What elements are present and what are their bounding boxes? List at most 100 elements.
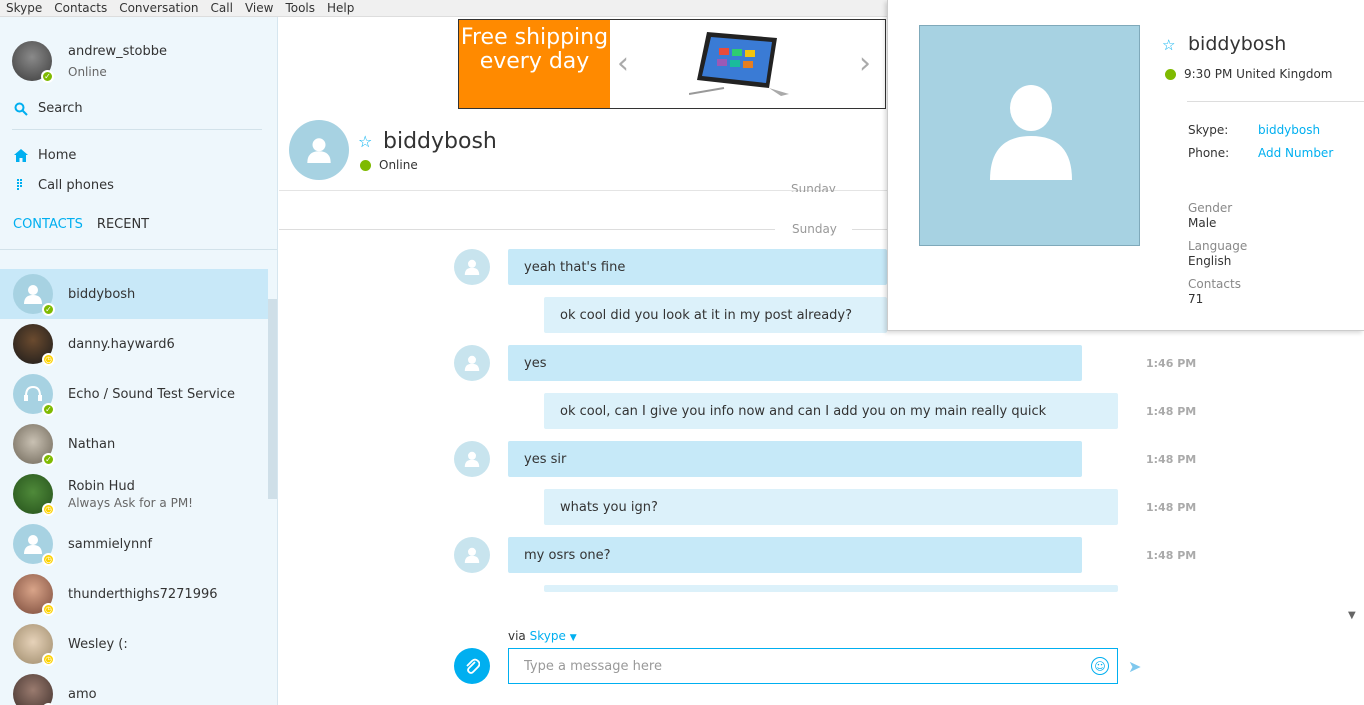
menu-skype[interactable]: Skype (0, 0, 48, 17)
language-label: Language (1188, 239, 1248, 253)
avatar: ◷ (13, 624, 55, 666)
profile-name: biddybosh (1188, 33, 1287, 55)
contact-name: Echo / Sound Test Service (68, 386, 236, 402)
conversation-header: ☆ biddybosh Online (279, 109, 887, 191)
message-bubble[interactable]: ok cool did you look at it in my post al… (544, 297, 887, 333)
menu-contacts[interactable]: Contacts (48, 0, 113, 17)
call-phones-label: Call phones (38, 178, 114, 193)
message-avatar (454, 441, 490, 477)
skype-label: Skype: (1188, 123, 1229, 137)
favorite-star-icon[interactable]: ☆ (1162, 36, 1175, 54)
contact-item[interactable]: ◷ Wesley (: (0, 619, 268, 669)
ad-banner[interactable]: Free shipping every day ‹ › (458, 19, 886, 109)
menu-tools[interactable]: Tools (279, 0, 321, 17)
away-status-icon: ◷ (42, 353, 55, 366)
favorite-star-icon[interactable]: ☆ (358, 132, 372, 151)
person-icon (307, 138, 331, 163)
contact-item[interactable]: ◷ amo (0, 669, 268, 705)
profile-local-time: 9:30 PM United Kingdom (1165, 67, 1332, 81)
contact-item[interactable]: ◷ danny.hayward6 (0, 319, 268, 369)
profile-picture (919, 25, 1140, 246)
chevron-right-icon[interactable]: › (859, 46, 871, 81)
dialpad-icon (17, 179, 22, 190)
menu-call[interactable]: Call (205, 0, 239, 17)
avatar: ◷ (13, 474, 55, 516)
contact-name: biddybosh (68, 286, 136, 302)
skype-name-link[interactable]: biddybosh (1258, 123, 1320, 137)
message-time: 1:46 PM (1146, 357, 1197, 370)
gender-value: Male (1188, 216, 1217, 230)
ad-text: Free shipping every day (459, 20, 610, 108)
message-bubble[interactable]: yes (508, 345, 1082, 381)
day-label: Sunday (792, 222, 837, 236)
contact-item[interactable]: ◷ thunderthighs7271996 (0, 569, 268, 619)
contact-item[interactable]: ✓ biddybosh (0, 269, 268, 319)
message-time: 1:48 PM (1146, 405, 1197, 418)
online-status-icon: ✓ (42, 403, 55, 416)
my-name: andrew_stobbe (68, 43, 167, 59)
chevron-left-icon[interactable]: ‹ (617, 46, 629, 81)
emoticon-icon[interactable]: ☺ (1091, 657, 1109, 675)
menu-help[interactable]: Help (321, 0, 360, 17)
divider (0, 249, 277, 250)
conversation-status: Online (360, 158, 418, 172)
menu-conversation[interactable]: Conversation (113, 0, 204, 17)
avatar: ✓ (13, 274, 55, 316)
headset-icon (24, 385, 42, 401)
via-selector[interactable]: via Skype ▼ (508, 629, 577, 643)
divider (12, 129, 262, 130)
nav-home[interactable]: Home (14, 148, 76, 163)
tablet-icon (689, 32, 789, 96)
local-time-text: 9:30 PM United Kingdom (1184, 67, 1333, 81)
contact-name: amo (68, 686, 97, 702)
contact-item[interactable]: ◷ sammielynnf (0, 519, 268, 569)
contact-mood: Always Ask for a PM! (68, 495, 193, 510)
message-time: 1:48 PM (1146, 501, 1197, 514)
message-bubble[interactable]: ok cool, can I give you info now and can… (544, 393, 1118, 429)
online-status-icon: ✓ (42, 453, 55, 466)
conversation-title[interactable]: biddybosh (383, 129, 497, 154)
contact-name: sammielynnf (68, 536, 153, 552)
message-bubble[interactable]: whats you ign? (544, 489, 1118, 525)
person-icon (24, 535, 42, 554)
online-status-icon (360, 159, 371, 171)
message-input-box[interactable]: ☺ (508, 648, 1118, 684)
conversation-avatar[interactable] (289, 120, 349, 180)
day-label: Sunday (791, 182, 836, 192)
message-time: 1:48 PM (1146, 453, 1197, 466)
my-avatar[interactable]: ✓ (12, 41, 54, 83)
contact-item[interactable]: ◷ Robin Hud Always Ask for a PM! (0, 469, 268, 519)
message-input[interactable] (509, 649, 1069, 683)
message-bubble[interactable] (544, 585, 1118, 592)
contact-item[interactable]: ✓ Nathan (0, 419, 268, 469)
menu-view[interactable]: View (239, 0, 279, 17)
away-status-icon: ◷ (42, 603, 55, 616)
scroll-down-icon[interactable]: ▼ (1348, 610, 1356, 621)
message-bubble[interactable]: my osrs one? (508, 537, 1082, 573)
via-link[interactable]: Skype (530, 629, 566, 643)
add-number-link[interactable]: Add Number (1258, 146, 1333, 160)
my-profile[interactable]: ✓ andrew_stobbe Online (12, 41, 167, 83)
message-time: 1:48 PM (1146, 549, 1197, 562)
tab-recent[interactable]: RECENT (97, 217, 149, 232)
contact-list: ✓ biddybosh ◷ danny.hayward6 ✓ Echo / So… (0, 269, 268, 705)
nav-call-phones[interactable]: Call phones (14, 178, 114, 193)
away-status-icon: ◷ (42, 503, 55, 516)
send-icon[interactable]: ➤ (1128, 657, 1141, 676)
phone-label: Phone: (1188, 146, 1230, 160)
contact-item[interactable]: ✓ Echo / Sound Test Service (0, 369, 268, 419)
tab-contacts[interactable]: CONTACTS (13, 217, 83, 232)
search-button[interactable]: Search (14, 101, 83, 116)
chevron-down-icon[interactable]: ▼ (570, 633, 577, 643)
search-label: Search (38, 101, 83, 116)
contact-name: thunderthighs7271996 (68, 586, 218, 602)
attach-file-button[interactable] (454, 648, 490, 684)
person-icon (24, 285, 42, 304)
message-bubble[interactable]: yeah that's fine (508, 249, 887, 285)
avatar: ✓ (13, 374, 55, 416)
person-icon (990, 85, 1072, 180)
contact-list-scrollbar[interactable] (268, 299, 277, 499)
person-icon (464, 451, 480, 467)
paperclip-icon (466, 658, 480, 674)
message-bubble[interactable]: yes sir (508, 441, 1082, 477)
